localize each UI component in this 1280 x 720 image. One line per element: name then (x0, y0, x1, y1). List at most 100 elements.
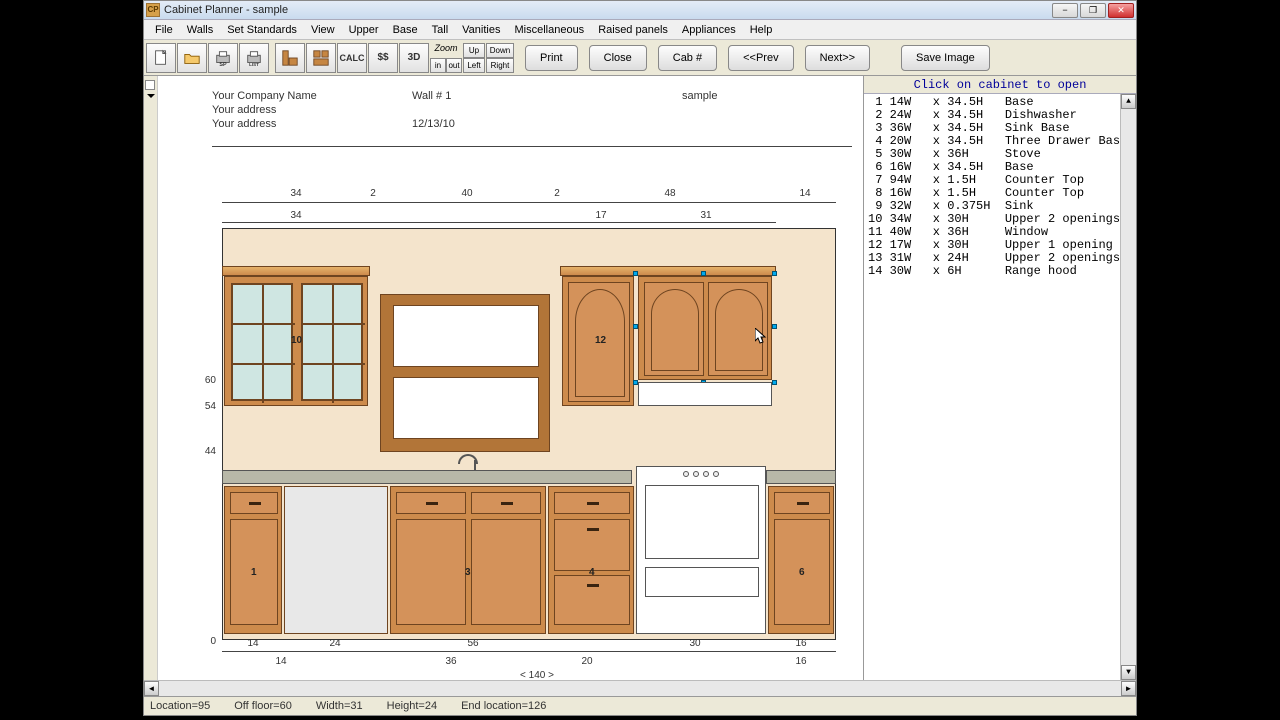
status-off-floor: Off floor=60 (234, 700, 292, 712)
dim-line-top1 (222, 202, 836, 203)
updown-group: Up Left (463, 43, 485, 73)
dim-34b: 34 (286, 210, 306, 221)
cabinet-12[interactable]: 12 (562, 276, 634, 406)
dimb-30: 30 (686, 638, 704, 649)
new-doc-button[interactable] (146, 43, 176, 73)
counter-7[interactable] (222, 470, 632, 484)
menu-help[interactable]: Help (743, 22, 780, 38)
cabinet-list-body: 1 14W x 34.5H Base 2 24W x 34.5H Dishwas… (864, 94, 1136, 680)
horizontal-scrollbar[interactable]: ◄ ► (144, 680, 1136, 696)
cabinet-13[interactable] (638, 276, 772, 380)
menu-tall[interactable]: Tall (425, 22, 456, 38)
zoom-group: Zoom in out (430, 43, 462, 73)
dimb-14a: 14 (244, 638, 262, 649)
titlebar: CP Cabinet Planner - sample − ❐ ✕ (144, 1, 1136, 20)
leftright-group: Down Right (486, 43, 514, 73)
address1-label: Your address (212, 104, 412, 116)
dimb-16b: 16 (792, 656, 810, 667)
cabinet-3-sink-base[interactable]: 3 (390, 486, 546, 634)
3d-button[interactable]: 3D (399, 43, 429, 73)
dim-34a: 34 (286, 188, 306, 199)
menu-file[interactable]: File (148, 22, 180, 38)
dim-line-bot1 (222, 651, 836, 652)
dim-17: 17 (591, 210, 611, 221)
print-list-button[interactable]: LIST (239, 43, 269, 73)
window-title: Cabinet Planner - sample (164, 4, 1052, 16)
zoom-out-button[interactable]: out (446, 58, 462, 73)
ytick-0: 0 (194, 636, 216, 647)
status-width: Width=31 (316, 700, 363, 712)
dishwasher-2[interactable] (284, 486, 388, 634)
cabinet-4-three-drawer[interactable]: 4 (548, 486, 634, 634)
print-sp-button[interactable]: SP (208, 43, 238, 73)
menu-set-standards[interactable]: Set Standards (220, 22, 304, 38)
pan-down-button[interactable]: Down (486, 43, 514, 58)
dimb-36: 36 (442, 656, 460, 667)
dim-2b: 2 (552, 188, 562, 199)
zoom-label: Zoom (430, 43, 462, 58)
pan-up-button[interactable]: Up (463, 43, 485, 58)
cabinet-6[interactable]: 6 (768, 486, 834, 634)
counter-8[interactable] (766, 470, 836, 484)
scroll-up-button[interactable]: ▲ (1121, 94, 1136, 109)
menu-vanities[interactable]: Vanities (455, 22, 507, 38)
open-folder-button[interactable] (177, 43, 207, 73)
prev-button[interactable]: <<Prev (728, 45, 793, 71)
range-hood-14[interactable] (638, 382, 772, 406)
stove-5[interactable] (636, 466, 766, 634)
close-doc-button[interactable]: Close (589, 45, 647, 71)
maximize-button[interactable]: ❐ (1080, 3, 1106, 18)
wall-label: Wall # 1 (412, 90, 682, 102)
menu-walls[interactable]: Walls (180, 22, 220, 38)
menu-view[interactable]: View (304, 22, 342, 38)
pan-right-button[interactable]: Right (486, 58, 514, 73)
menu-upper[interactable]: Upper (342, 22, 386, 38)
cab10-num: 10 (291, 335, 302, 346)
drawing-canvas[interactable]: Your Company NameWall # 1sample Your add… (158, 76, 864, 680)
overall-dim: < 140 > (512, 670, 562, 680)
price-button[interactable]: $$ (368, 43, 398, 73)
cab-number-button[interactable]: Cab # (658, 45, 717, 71)
cabinet-10[interactable]: 10 (224, 276, 368, 406)
layout1-button[interactable] (275, 43, 305, 73)
drawing-header: Your Company NameWall # 1sample Your add… (212, 90, 852, 147)
gutter-checkbox[interactable] (145, 80, 155, 90)
menu-miscellaneous[interactable]: Miscellaneous (507, 22, 591, 38)
status-height: Height=24 (387, 700, 437, 712)
date-label: 12/13/10 (412, 118, 682, 130)
close-button[interactable]: ✕ (1108, 3, 1134, 18)
minimize-button[interactable]: − (1052, 3, 1078, 18)
menu-appliances[interactable]: Appliances (675, 22, 743, 38)
print-button[interactable]: Print (525, 45, 578, 71)
left-gutter (144, 76, 158, 680)
dim-line-top2 (222, 222, 776, 223)
pan-left-button[interactable]: Left (463, 58, 485, 73)
calc-button[interactable]: CALC (337, 43, 367, 73)
cab6-num: 6 (799, 567, 805, 578)
dimb-56: 56 (464, 638, 482, 649)
menu-raised-panels[interactable]: Raised panels (591, 22, 675, 38)
menu-base[interactable]: Base (386, 22, 425, 38)
cabinet-list-header: Click on cabinet to open (864, 76, 1136, 94)
layout2-button[interactable] (306, 43, 336, 73)
statusbar: Location=95 Off floor=60 Width=31 Height… (144, 696, 1136, 715)
address2-label: Your address (212, 118, 412, 130)
list-scrollbar[interactable]: ▲ ▼ (1120, 94, 1136, 680)
crown-12-13 (560, 266, 776, 276)
dim-48: 48 (660, 188, 680, 199)
hscroll-left-button[interactable]: ◄ (144, 681, 159, 696)
scroll-down-button[interactable]: ▼ (1121, 665, 1136, 680)
next-button[interactable]: Next>> (805, 45, 870, 71)
hscroll-right-button[interactable]: ► (1121, 681, 1136, 696)
ytick-44: 44 (194, 446, 216, 457)
save-image-button[interactable]: Save Image (901, 45, 990, 71)
window-11[interactable] (380, 294, 550, 452)
svg-text:LIST: LIST (249, 62, 259, 67)
cabinet-list-panel: Click on cabinet to open 1 14W x 34.5H B… (864, 76, 1136, 680)
dim-14a: 14 (795, 188, 815, 199)
zoom-in-button[interactable]: in (430, 58, 446, 73)
cabinet-list-row[interactable]: 14 30W x 6H Range hood (868, 265, 1132, 278)
cab1-num: 1 (251, 567, 257, 578)
cabinet-1[interactable]: 1 (224, 486, 282, 634)
dimb-24: 24 (326, 638, 344, 649)
